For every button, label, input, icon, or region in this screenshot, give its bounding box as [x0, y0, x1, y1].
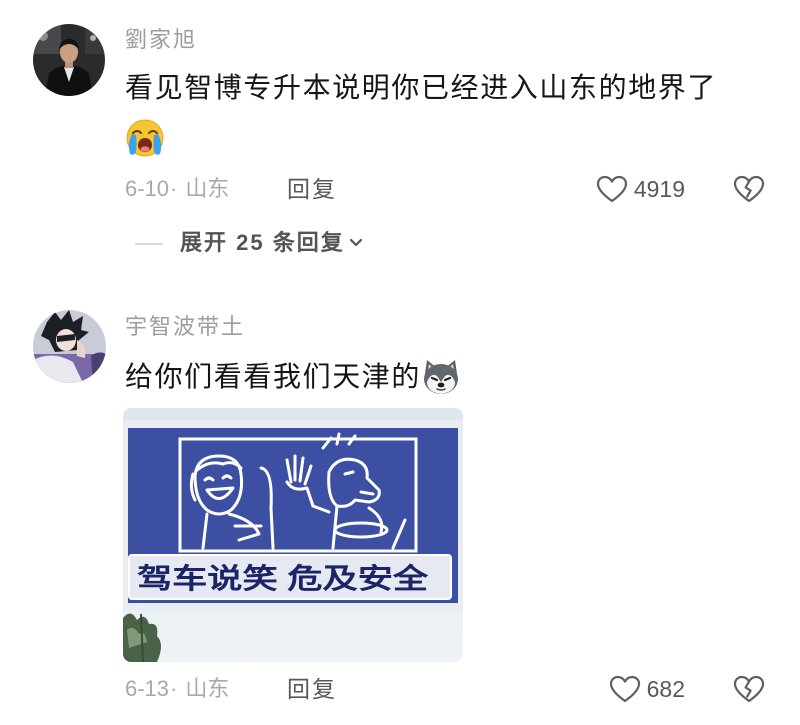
- traffic-sign: 驾车说笑 危及安全: [123, 420, 463, 610]
- heart-outline-icon[interactable]: [609, 674, 641, 704]
- username[interactable]: 宇智波带土: [125, 313, 245, 341]
- reply-button[interactable]: 回复: [287, 674, 337, 704]
- comment-meta: 6-13 · 山东: [125, 674, 229, 704]
- like-button[interactable]: 682: [609, 674, 685, 704]
- user-avatar[interactable]: [33, 310, 106, 383]
- meta-separator: ·: [170, 676, 178, 701]
- husky-face-emoji-icon: [421, 358, 461, 396]
- like-count: 682: [646, 676, 685, 702]
- broken-heart-icon[interactable]: [733, 674, 765, 704]
- comment-text-content: 给你们看看我们天津的: [125, 361, 422, 392]
- comment-photo[interactable]: 驾车说笑 危及安全: [123, 408, 463, 662]
- sign-text: 驾车说笑 危及安全: [137, 562, 429, 594]
- comment-date: 6-13: [125, 676, 170, 701]
- comment-text: 给你们看看我们天津的: [125, 358, 461, 396]
- comment-item: 宇智波带土 给你们看看我们天津的 驾车说笑 危及安全 6-13 · 山东 回复 …: [0, 0, 800, 725]
- comment-location: 山东: [185, 676, 230, 701]
